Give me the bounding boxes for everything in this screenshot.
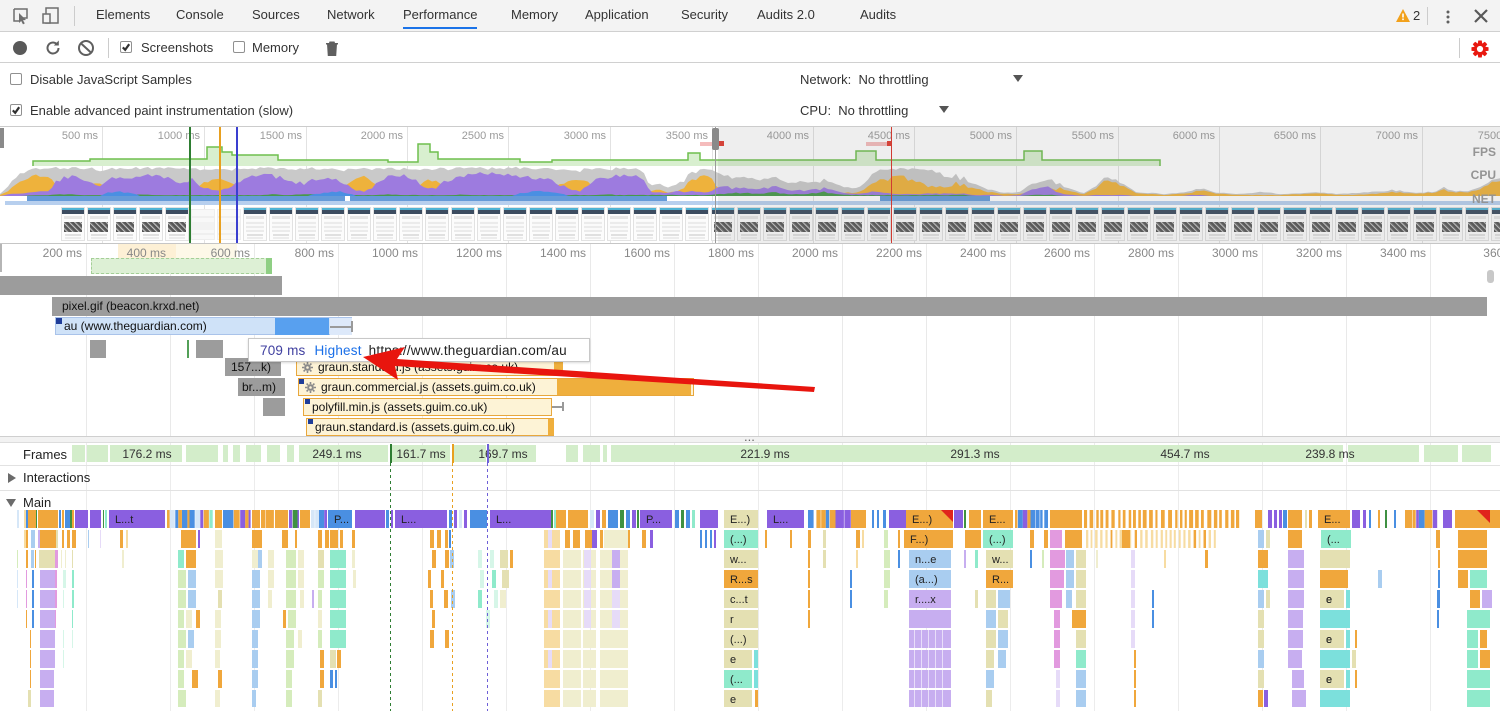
svg-text:E...: E... xyxy=(1324,514,1341,526)
svg-text:c...t: c...t xyxy=(730,594,748,606)
svg-text:r: r xyxy=(730,614,734,626)
svg-text:e: e xyxy=(730,694,736,706)
svg-text:R...: R... xyxy=(992,574,1009,586)
svg-text:L...: L... xyxy=(773,514,788,526)
svg-text:(...): (...) xyxy=(730,534,747,546)
svg-text:e: e xyxy=(1326,634,1332,646)
svg-text:E...): E...) xyxy=(912,514,932,526)
svg-text:P...: P... xyxy=(646,514,661,526)
svg-text:L...: L... xyxy=(401,514,416,526)
svg-text:e: e xyxy=(1326,674,1332,686)
svg-text:(...): (...) xyxy=(989,534,1006,546)
svg-text:P...: P... xyxy=(334,514,349,526)
svg-text:w...: w... xyxy=(991,554,1009,566)
svg-text:w...: w... xyxy=(729,554,747,566)
svg-text:r....x: r....x xyxy=(915,594,936,606)
svg-text:(...: (... xyxy=(1327,534,1340,546)
svg-text:(...: (... xyxy=(730,674,743,686)
svg-text:e: e xyxy=(1326,594,1332,606)
svg-text:R...s: R...s xyxy=(730,574,753,586)
svg-text:E...: E... xyxy=(989,514,1006,526)
svg-text:E...): E...) xyxy=(730,514,750,526)
svg-text:L...: L... xyxy=(496,514,511,526)
svg-text:n...e: n...e xyxy=(915,554,936,566)
svg-text:F...): F...) xyxy=(910,534,928,546)
svg-text:(a...): (a...) xyxy=(915,574,938,586)
svg-text:e: e xyxy=(730,654,736,666)
svg-text:L...t: L...t xyxy=(115,514,133,526)
svg-text:(...): (...) xyxy=(730,634,747,646)
